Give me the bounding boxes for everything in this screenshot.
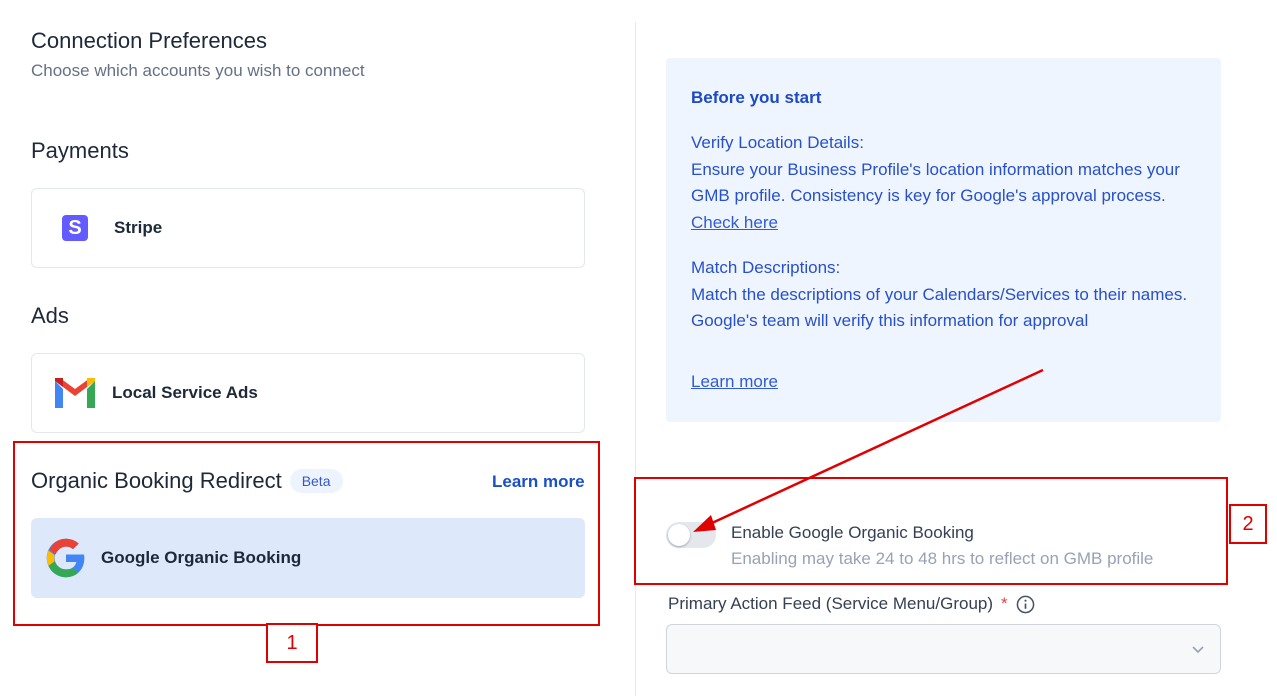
ads-section-title: Ads (31, 303, 69, 328)
info-learn-more-link[interactable]: Learn more (691, 369, 778, 396)
page-subtitle: Choose which accounts you wish to connec… (31, 61, 365, 80)
page-title: Connection Preferences (31, 28, 268, 53)
primary-action-feed-label: Primary Action Feed (Service Menu/Group)… (668, 594, 1035, 614)
toggle-knob (668, 524, 690, 546)
local-service-ads-label: Local Service Ads (112, 383, 258, 402)
info-heading: Before you start (691, 88, 822, 107)
organic-booking-title-text: Organic Booking Redirect (31, 468, 282, 493)
google-settings-panel: Before you start Verify Location Details… (634, 0, 1277, 696)
toggle-label: Enable Google Organic Booking (731, 523, 974, 542)
payments-section-title: Payments (31, 138, 129, 163)
local-service-ads-card[interactable]: Local Service Ads (31, 353, 585, 433)
connection-preferences-panel: Connection Preferences Choose which acco… (0, 0, 636, 696)
google-organic-booking-card[interactable]: Google Organic Booking (31, 518, 585, 598)
beta-badge: Beta (289, 469, 343, 493)
match-text: Match the descriptions of your Calendars… (691, 284, 1188, 331)
match-section: Match Descriptions: Match the descriptio… (691, 255, 1206, 335)
verify-text: Ensure your Business Profile's location … (691, 159, 1180, 206)
verify-section: Verify Location Details: Ensure your Bus… (691, 130, 1206, 236)
annotation-label-1: 1 (266, 623, 318, 663)
match-title: Match Descriptions: (691, 258, 841, 277)
stripe-card[interactable]: S Stripe (31, 188, 585, 268)
organic-learn-more-link[interactable]: Learn more (492, 472, 585, 492)
primary-action-feed-select[interactable] (666, 624, 1221, 674)
enable-organic-booking-toggle[interactable] (666, 522, 716, 548)
google-icon (46, 538, 85, 578)
verify-title: Verify Location Details: (691, 133, 864, 152)
info-icon[interactable] (1016, 595, 1035, 614)
stripe-label: Stripe (114, 218, 163, 237)
required-mark: * (1001, 594, 1008, 613)
check-here-link[interactable]: Check here (691, 213, 778, 232)
google-organic-booking-label: Google Organic Booking (101, 548, 302, 567)
annotation-label-2: 2 (1229, 504, 1267, 544)
chevron-down-icon (1192, 646, 1204, 654)
toggle-hint: Enabling may take 24 to 48 hrs to reflec… (731, 549, 1154, 568)
feed-label-text: Primary Action Feed (Service Menu/Group) (668, 594, 994, 613)
stripe-icon: S (62, 215, 88, 241)
before-you-start-box: Before you start Verify Location Details… (666, 58, 1221, 422)
gmail-icon (55, 378, 95, 408)
organic-booking-title: Organic Booking Redirect Beta (31, 468, 343, 494)
